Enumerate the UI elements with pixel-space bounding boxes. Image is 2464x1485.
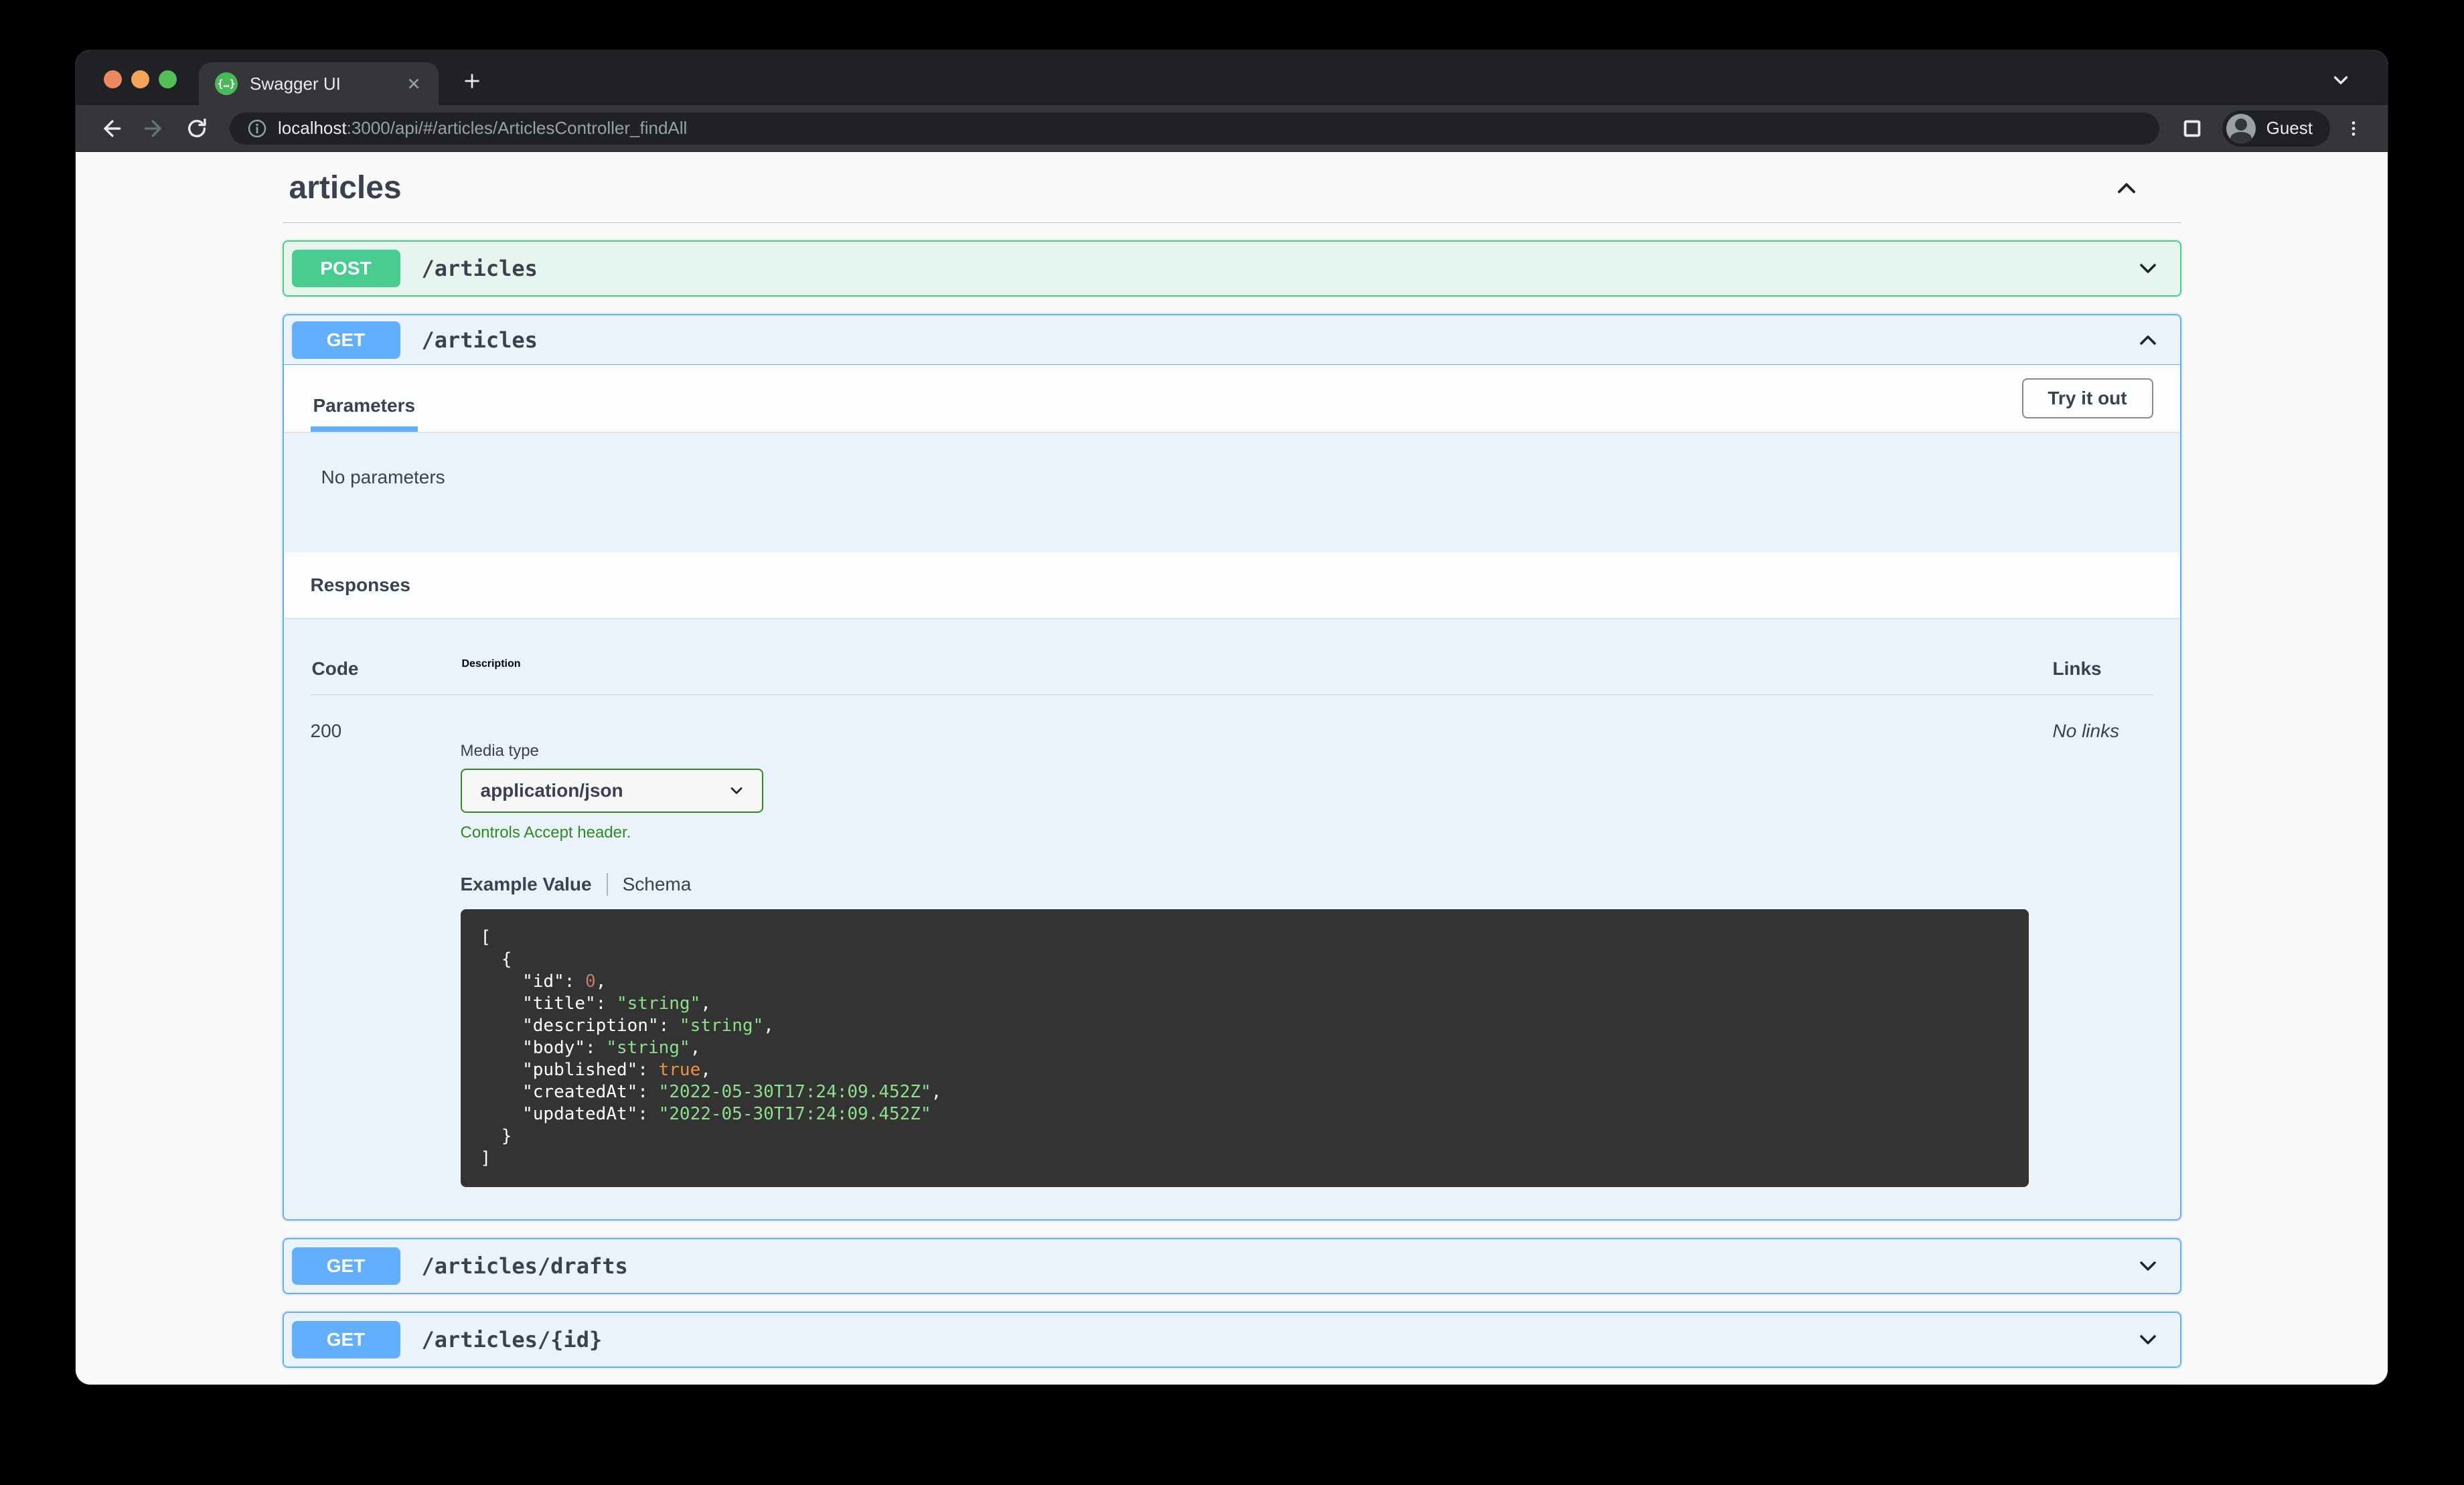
forward-button[interactable] — [136, 110, 172, 147]
tab-example-value[interactable]: Example Value — [461, 874, 592, 895]
responses-table: Code Description Links 200 Media type ap… — [284, 618, 2180, 1219]
swagger-favicon-icon: {…} — [215, 72, 238, 95]
tab-strip: {…} Swagger UI — [76, 50, 2388, 105]
endpoint-path: /articles/drafts — [421, 1253, 628, 1279]
expand-chevron-down-icon[interactable] — [2135, 1253, 2161, 1279]
browser-window: {…} Swagger UI localhost:3000/api/#/arti… — [76, 50, 2388, 1385]
url-text: localhost:3000/api/#/articles/ArticlesCo… — [278, 118, 687, 139]
profile-button[interactable]: Guest — [2222, 110, 2330, 147]
method-badge-post: POST — [291, 250, 400, 287]
opblock-get-articles-id: GET /articles/{id} — [282, 1312, 2181, 1368]
method-badge-get: GET — [291, 321, 400, 359]
tab-close-icon[interactable] — [402, 72, 425, 95]
expand-chevron-down-icon[interactable] — [2135, 255, 2161, 282]
collapse-tag-chevron-up-icon[interactable] — [2108, 173, 2145, 203]
media-type-select[interactable]: application/json — [460, 769, 763, 813]
back-button[interactable] — [93, 110, 129, 147]
column-header-description: Description — [461, 658, 521, 670]
side-panel-icon[interactable] — [2174, 110, 2210, 147]
opblock-summary[interactable]: GET /articles/{id} — [284, 1313, 2180, 1366]
close-window-button[interactable] — [104, 70, 122, 88]
url-host: localhost — [278, 118, 347, 138]
no-parameters-text: No parameters — [321, 467, 445, 487]
address-bar[interactable]: localhost:3000/api/#/articles/ArticlesCo… — [230, 112, 2159, 145]
example-code: [ { "id": 0, "title": "string", "descrip… — [460, 909, 2029, 1187]
tab-title: Swagger UI — [250, 73, 341, 94]
opblock-summary[interactable]: GET /articles — [283, 315, 2180, 365]
tab-list-chevron-icon[interactable] — [2326, 65, 2356, 94]
opblock-get-articles-drafts: GET /articles/drafts — [282, 1238, 2181, 1294]
tab-parameters[interactable]: Parameters — [310, 365, 418, 432]
select-chevron-down-icon — [727, 781, 746, 800]
new-tab-button[interactable] — [457, 66, 487, 96]
responses-title: Responses — [310, 574, 410, 595]
parameters-section-header: Parameters Try it out — [283, 365, 2180, 432]
model-example-tabs: Example Value Schema — [461, 873, 2029, 896]
window-controls — [104, 70, 177, 88]
minimize-window-button[interactable] — [131, 70, 149, 88]
endpoint-path: /articles — [421, 327, 538, 353]
maximize-window-button[interactable] — [159, 70, 177, 88]
reload-button[interactable] — [179, 110, 215, 147]
opblock-get-articles: GET /articles Parameters Try it out No p… — [282, 314, 2181, 1221]
response-links: No links — [2052, 720, 2120, 741]
opblock-post-articles: POST /articles — [282, 240, 2181, 297]
method-badge-get: GET — [291, 1247, 400, 1285]
expand-chevron-down-icon[interactable] — [2135, 1326, 2161, 1353]
avatar — [2226, 113, 2256, 143]
column-header-code: Code — [311, 658, 359, 679]
responses-section-header: Responses — [283, 552, 2180, 618]
tag-section-header[interactable]: articles — [282, 161, 2181, 223]
browser-toolbar: localhost:3000/api/#/articles/ArticlesCo… — [76, 105, 2388, 152]
browser-tab-swagger-ui[interactable]: {…} Swagger UI — [199, 62, 439, 105]
responses-table-header: Code Description Links — [310, 658, 2153, 695]
media-type-label: Media type — [460, 742, 539, 760]
endpoint-path: /articles/{id} — [421, 1327, 603, 1352]
opblock-summary[interactable]: GET /articles/drafts — [284, 1239, 2180, 1293]
tag-title: articles — [289, 170, 402, 206]
response-code: 200 — [310, 720, 342, 741]
endpoint-path: /articles — [421, 256, 538, 281]
tab-divider — [606, 873, 608, 896]
method-badge-get: GET — [291, 1321, 400, 1358]
response-row-200: 200 Media type application/json Controls… — [311, 695, 2153, 1187]
accept-header-note: Controls Accept header. — [460, 824, 631, 842]
opblock-summary[interactable]: POST /articles — [284, 242, 2180, 295]
column-header-links: Links — [2052, 658, 2102, 679]
site-info-icon[interactable] — [247, 119, 267, 139]
profile-label: Guest — [2266, 118, 2313, 138]
media-type-value: application/json — [480, 780, 623, 801]
try-it-out-button[interactable]: Try it out — [2021, 378, 2153, 418]
browser-menu-icon[interactable] — [2337, 110, 2370, 147]
url-path: :3000/api/#/articles/ArticlesController_… — [346, 118, 688, 138]
swagger-page: articles POST /articles GET /articles Pa… — [76, 152, 2388, 1385]
tab-schema[interactable]: Schema — [623, 874, 692, 895]
collapse-chevron-up-icon[interactable] — [2135, 327, 2161, 354]
